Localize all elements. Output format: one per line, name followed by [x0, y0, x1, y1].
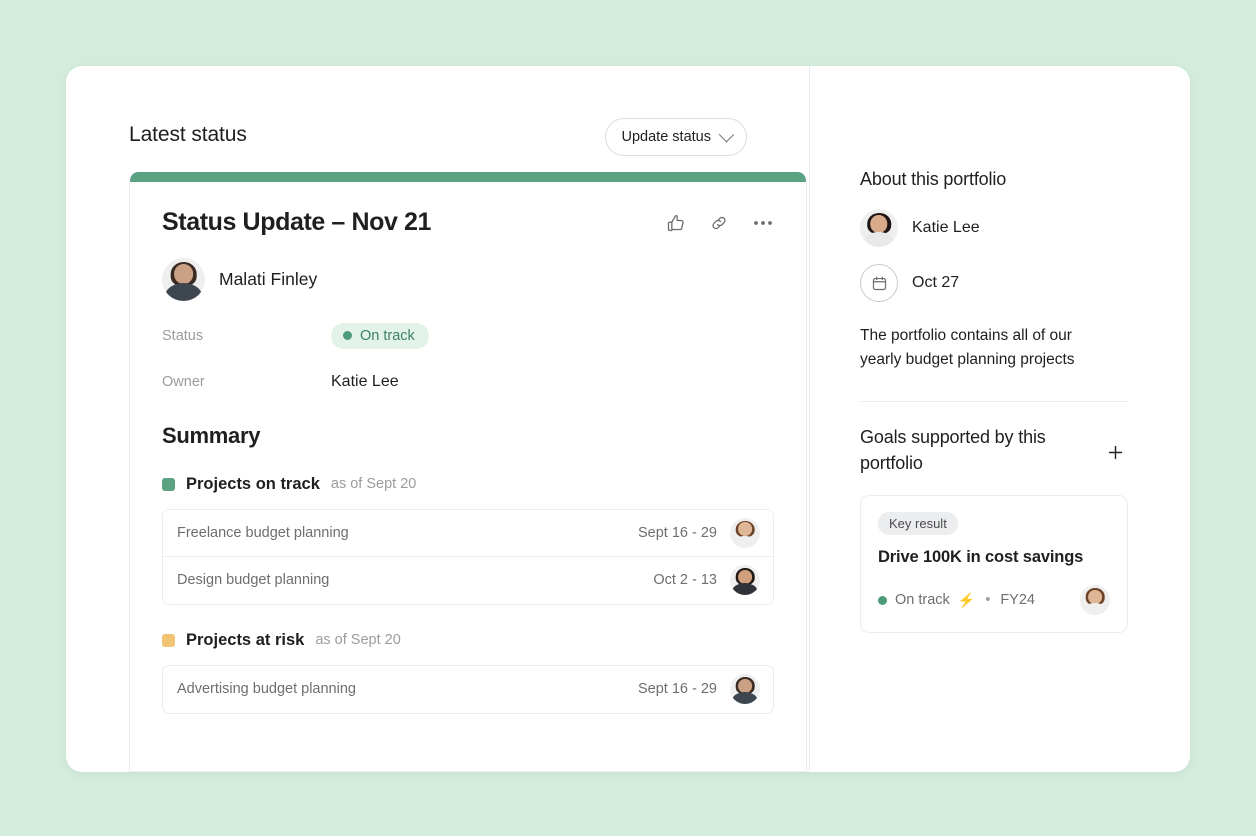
- calendar-icon: [860, 264, 898, 302]
- avatar-body: [862, 231, 896, 247]
- avatar-goal-owner[interactable]: [1080, 585, 1110, 616]
- chevron-down-icon: [718, 126, 735, 142]
- project-group-asof: as of Sept 20: [330, 476, 417, 492]
- goals-heading: Goals supported by this portfolio: [860, 427, 1046, 473]
- status-badge-label: On track: [360, 327, 415, 344]
- status-field-owner-label: Owner: [162, 373, 205, 390]
- avatar-body: [731, 583, 759, 595]
- goal-name: Drive 100K in cost savings: [878, 548, 1084, 567]
- left-column: Latest status Update status Status Updat…: [66, 66, 810, 772]
- status-update-author-name: Malati Finley: [219, 268, 318, 289]
- portfolio-date-value: Oct 27: [912, 274, 960, 291]
- status-dot-icon: [343, 331, 352, 340]
- goal-card-footer: On track ⚡ • FY24: [878, 585, 1110, 616]
- avatar-design-owner[interactable]: [730, 565, 760, 595]
- project-group-asof: as of Sept 20: [315, 632, 401, 648]
- update-status-button[interactable]: Update status: [604, 118, 747, 156]
- avatar-head: [738, 569, 752, 584]
- avatar-body: [1081, 603, 1109, 616]
- project-dates: Sept 16 - 29: [638, 681, 717, 697]
- table-row[interactable]: Design budget planning Oct 2 - 13: [163, 557, 773, 604]
- project-dates: Sept 16 - 29: [638, 524, 717, 541]
- status-card-header: Status Update – Nov 21: [162, 208, 774, 237]
- app-window: Latest status Update status Status Updat…: [66, 66, 1190, 772]
- goal-status-dot-icon: [878, 595, 887, 605]
- status-update-title: Status Update – Nov 21: [162, 208, 432, 236]
- project-group-header-at-risk: Projects at risk as of Sept 20: [162, 631, 774, 650]
- project-list-on-track: Freelance budget planning Sept 16 - 29 D…: [162, 508, 774, 605]
- goal-card[interactable]: Key result Drive 100K in cost savings On…: [860, 495, 1128, 634]
- bolt-icon: ⚡: [957, 591, 976, 608]
- page-title: Latest status: [129, 123, 247, 146]
- plus-icon[interactable]: [1102, 439, 1128, 465]
- portfolio-description: The portfolio contains all of our yearly…: [860, 327, 1075, 369]
- right-sidebar: About this portfolio Katie Lee Oct 27 Th…: [810, 66, 1190, 772]
- status-card-actions: [666, 209, 774, 233]
- link-icon[interactable]: [709, 213, 729, 233]
- avatar-freelance-owner[interactable]: [730, 517, 760, 548]
- status-field-owner-value: Katie Lee: [331, 372, 399, 390]
- status-update-card: Status Update – Nov 21 Malati Finley Sta…: [129, 172, 807, 772]
- avatar-body: [164, 283, 203, 301]
- ellipsis-icon[interactable]: [752, 213, 774, 233]
- avatar-katie-lee[interactable]: [860, 209, 898, 247]
- goal-period: FY24: [1000, 592, 1035, 609]
- portfolio-owner-name: Katie Lee: [912, 219, 980, 236]
- avatar-head: [173, 264, 194, 285]
- status-field-owner: Owner Katie Lee: [162, 371, 774, 393]
- project-group-name: Projects at risk: [186, 630, 305, 649]
- sidebar-divider: [860, 401, 1128, 403]
- project-group-header-on-track: Projects on track as of Sept 20: [162, 475, 774, 494]
- status-card-accent-bar: [130, 172, 806, 182]
- avatar-body: [731, 535, 759, 548]
- goals-section-header: Goals supported by this portfolio: [860, 425, 1128, 476]
- project-name: Advertising budget planning: [177, 681, 356, 697]
- avatar-head: [738, 522, 752, 537]
- group-swatch-green-icon: [162, 477, 175, 491]
- goal-separator: •: [985, 592, 991, 609]
- project-name: Freelance budget planning: [177, 524, 349, 541]
- goal-status: On track ⚡ • FY24: [878, 592, 1080, 609]
- portfolio-owner[interactable]: Katie Lee: [860, 209, 1128, 247]
- status-field-status-label: Status: [162, 327, 204, 344]
- avatar-advertising-owner[interactable]: [730, 674, 760, 704]
- avatar-malati-finley[interactable]: [162, 257, 205, 301]
- project-group-name: Projects on track: [186, 474, 320, 493]
- table-row[interactable]: Freelance budget planning Sept 16 - 29: [163, 510, 773, 557]
- table-row[interactable]: Advertising budget planning Sept 16 - 29: [163, 666, 773, 713]
- thumbs-up-icon[interactable]: [666, 213, 686, 233]
- project-dates: Oct 2 - 13: [653, 572, 717, 588]
- avatar-body: [731, 692, 759, 704]
- summary-heading: Summary: [162, 422, 261, 448]
- about-portfolio-heading: About this portfolio: [860, 169, 1007, 189]
- goal-status-label: On track: [895, 592, 950, 609]
- status-update-author: Malati Finley: [162, 257, 774, 301]
- goal-type-badge: Key result: [878, 512, 958, 536]
- avatar-head: [738, 678, 752, 693]
- status-field-status: Status On track: [162, 322, 774, 349]
- status-badge: On track: [331, 322, 429, 349]
- group-swatch-yellow-icon: [162, 633, 175, 647]
- status-card-body: Status Update – Nov 21 Malati Finley Sta…: [130, 182, 806, 714]
- left-header: Latest status Update status: [129, 118, 747, 160]
- update-status-button-label: Update status: [621, 129, 711, 145]
- project-name: Design budget planning: [177, 572, 330, 588]
- project-list-at-risk: Advertising budget planning Sept 16 - 29: [162, 664, 774, 714]
- avatar-head: [1088, 589, 1102, 604]
- portfolio-date[interactable]: Oct 27: [860, 264, 1128, 302]
